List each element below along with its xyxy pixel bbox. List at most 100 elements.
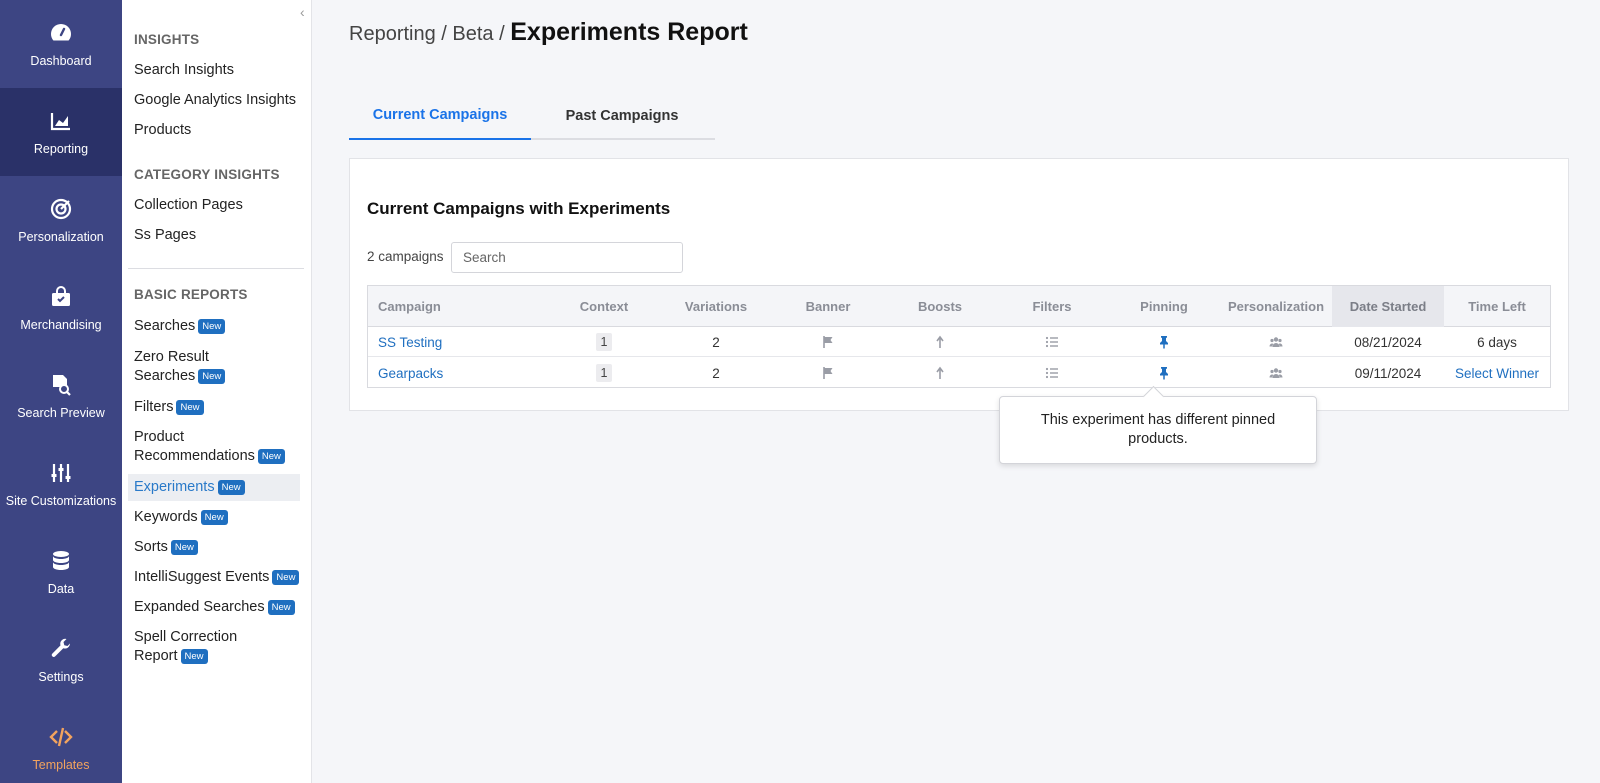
date-started-cell: 08/21/2024	[1354, 334, 1422, 350]
rail-label: Personalization	[18, 230, 104, 244]
section-header-insights: INSIGHTS	[134, 32, 200, 47]
table-row: SS Testing 1 2 08/21/2024 6 days	[368, 327, 1550, 357]
breadcrumb-separator: /	[499, 23, 505, 45]
rail-item-settings[interactable]: Settings	[0, 616, 122, 704]
nav-zero-result-searches[interactable]: Zero Result Searches New	[134, 348, 226, 386]
tab-past-campaigns[interactable]: Past Campaigns	[531, 92, 713, 140]
breadcrumb-beta[interactable]: Beta	[452, 23, 493, 45]
context-value: 1	[595, 333, 613, 351]
nav-collection-pages[interactable]: Collection Pages	[134, 196, 243, 215]
pin-icon[interactable]	[1108, 327, 1220, 357]
select-winner-link[interactable]: Select Winner	[1455, 366, 1539, 381]
rail-label: Dashboard	[30, 54, 92, 68]
rail-item-personalization[interactable]: Personalization	[0, 176, 122, 264]
nav-label: Report	[134, 648, 178, 664]
section-header-basic-reports: BASIC REPORTS	[134, 287, 248, 302]
list-icon	[996, 358, 1108, 388]
column-header-filters[interactable]: Filters	[996, 286, 1108, 327]
nav-label: Zero Result	[134, 349, 209, 365]
new-badge: New	[176, 399, 204, 415]
users-icon	[1220, 327, 1332, 357]
rail-label: Search Preview	[17, 406, 105, 420]
column-header-personalization[interactable]: Personalization	[1220, 286, 1332, 327]
rail-label: Data	[47, 582, 75, 596]
rail-item-data[interactable]: Data	[0, 528, 122, 616]
search-input[interactable]	[451, 242, 683, 273]
nav-sorts[interactable]: Sorts New	[134, 538, 198, 557]
campaign-link[interactable]: SS Testing	[378, 335, 442, 350]
tooltip-text: This experiment has different pinned pro…	[1040, 412, 1276, 447]
boost-arrow-icon	[884, 358, 996, 388]
column-header-banner[interactable]: Banner	[772, 286, 884, 327]
nav-search-insights[interactable]: Search Insights	[134, 61, 234, 80]
rail-label: Reporting	[33, 142, 89, 156]
database-icon	[48, 548, 74, 574]
nav-searches[interactable]: Searches New	[134, 317, 226, 336]
rail-item-dashboard[interactable]: Dashboard	[0, 0, 122, 88]
nav-label: Expanded Searches	[134, 599, 265, 615]
new-badge: New	[200, 509, 228, 525]
nav-ss-pages[interactable]: Ss Pages	[134, 226, 196, 245]
nav-filters[interactable]: Filters New	[134, 398, 204, 417]
nav-label: Filters	[134, 399, 174, 415]
list-icon	[996, 327, 1108, 357]
column-header-campaign[interactable]: Campaign	[378, 286, 548, 327]
context-cell: 1	[548, 358, 660, 388]
subnav-divider	[128, 268, 304, 269]
campaign-link[interactable]: Gearpacks	[378, 366, 443, 381]
collapse-chevron-icon[interactable]: ‹	[300, 4, 305, 20]
column-header-time-left[interactable]: Time Left	[1444, 286, 1550, 327]
rail-item-search-preview[interactable]: Search Preview	[0, 352, 122, 440]
rail-item-templates[interactable]: Templates	[0, 704, 122, 783]
card-title: Current Campaigns with Experiments	[367, 199, 671, 218]
column-header-date-started[interactable]: Date Started	[1332, 286, 1444, 327]
context-value: 1	[595, 364, 613, 382]
breadcrumb-separator: /	[441, 23, 447, 45]
pin-icon[interactable]	[1108, 358, 1220, 388]
boost-arrow-icon	[884, 327, 996, 357]
campaign-name-link[interactable]: SS Testing	[378, 327, 548, 357]
nav-expanded-searches[interactable]: Expanded Searches New	[134, 598, 295, 617]
campaign-tabs: Current Campaigns Past Campaigns	[349, 92, 715, 140]
nav-spell-correction-report[interactable]: Spell Correction Report New	[134, 628, 237, 666]
breadcrumb: Reporting / Beta / Experiments Report	[349, 18, 748, 47]
shopping-bag-icon	[48, 284, 74, 310]
flag-icon	[772, 358, 884, 388]
nav-products[interactable]: Products	[134, 121, 191, 140]
rail-item-site-customizations[interactable]: Site Customizations	[0, 440, 122, 528]
table-header: Campaign Context Variations Banner Boost…	[368, 286, 1550, 327]
new-badge: New	[257, 448, 285, 464]
breadcrumb-reporting[interactable]: Reporting	[349, 23, 436, 45]
rail-label: Templates	[32, 758, 90, 772]
nav-google-analytics-insights[interactable]: Google Analytics Insights	[134, 91, 296, 110]
nav-product-recommendations[interactable]: Product Recommendations New	[134, 428, 285, 466]
nav-label: Searches	[134, 318, 196, 334]
search-file-icon	[48, 372, 74, 398]
chart-area-icon	[48, 108, 74, 134]
rail-item-merchandising[interactable]: Merchandising	[0, 264, 122, 352]
rail-label: Merchandising	[20, 318, 102, 332]
variations-cell: 2	[712, 365, 720, 381]
column-header-pinning[interactable]: Pinning	[1108, 286, 1220, 327]
sliders-icon	[48, 460, 74, 486]
nav-label: Sorts	[134, 539, 168, 555]
column-header-variations[interactable]: Variations	[660, 286, 772, 327]
code-icon	[48, 724, 74, 750]
nav-experiments[interactable]: Experiments New	[134, 478, 245, 497]
nav-intellisuggest-events[interactable]: IntelliSuggest Events New	[134, 568, 300, 587]
date-started-cell: 09/11/2024	[1354, 365, 1422, 381]
new-badge: New	[217, 479, 245, 495]
tab-current-campaigns[interactable]: Current Campaigns	[349, 92, 531, 140]
column-header-boosts[interactable]: Boosts	[884, 286, 996, 327]
flag-icon	[772, 327, 884, 357]
nav-label: Keywords	[134, 509, 198, 525]
new-badge: New	[180, 648, 208, 664]
nav-label: Product	[134, 429, 184, 445]
rail-item-reporting[interactable]: Reporting	[0, 88, 122, 176]
campaign-name-link[interactable]: Gearpacks	[378, 358, 548, 388]
column-header-context[interactable]: Context	[548, 286, 660, 327]
target-icon	[48, 196, 74, 222]
gauge-icon	[48, 20, 74, 46]
nav-keywords[interactable]: Keywords New	[134, 508, 228, 527]
new-badge: New	[198, 368, 226, 384]
